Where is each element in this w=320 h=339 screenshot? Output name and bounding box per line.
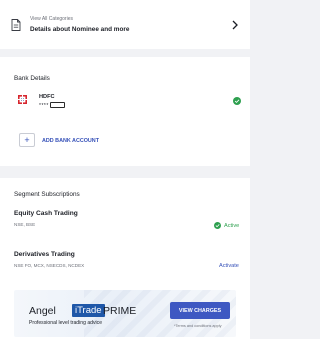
segment-subscriptions-card: Segment Subscriptions Equity Cash Tradin… (0, 178, 250, 339)
bank-name: HDFC (39, 94, 55, 100)
equity-active-status: Active (214, 222, 239, 229)
add-bank-account-link[interactable]: ADD BANK ACCOUNT (42, 138, 99, 144)
derivatives-exchanges: NSE FO, MCX, NSECDS, NCDEX (14, 263, 85, 268)
categories-title: Details about Nominee and more (30, 26, 130, 33)
activate-derivatives-link[interactable]: Activate (219, 263, 239, 269)
profile-page: View All Categories Details about Nomine… (0, 0, 250, 339)
segment-subscriptions-heading: Segment Subscriptions (14, 191, 80, 198)
equity-cash-exchanges: NSE, BSE (14, 222, 36, 227)
active-check-icon (214, 222, 221, 229)
derivatives-title: Derivatives Trading (14, 251, 75, 258)
document-icon (11, 19, 21, 31)
verified-check-icon (233, 97, 241, 105)
bank-details-card: Bank Details HDFC **** + ADD BANK ACCOUN… (0, 57, 250, 166)
banner-tagline: Professional level trading advice (29, 320, 103, 326)
active-label: Active (224, 222, 240, 229)
categories-small-label: View All Categories (30, 16, 73, 22)
bank-details-heading: Bank Details (14, 75, 50, 82)
plus-icon: + (24, 135, 30, 145)
banner-brand-itrade: iTrade (72, 304, 105, 317)
equity-cash-title: Equity Cash Trading (14, 210, 78, 217)
add-bank-plus-button[interactable]: + (19, 133, 35, 147)
account-number-redacted (50, 102, 65, 108)
hdfc-logo-icon (18, 95, 27, 104)
banner-brand-angel: Angel (29, 305, 56, 317)
banner-brand-prime: PRIME (103, 305, 137, 317)
account-number-mask: **** (39, 103, 49, 109)
categories-card[interactable]: View All Categories Details about Nomine… (0, 0, 250, 49)
angel-itrade-prime-banner: Angel iTrade PRIME Professional level tr… (14, 290, 236, 337)
terms-note: *Terms and conditions apply (174, 324, 222, 328)
view-charges-button[interactable]: VIEW CHARGES (170, 302, 230, 319)
chevron-right-icon[interactable] (231, 20, 239, 30)
